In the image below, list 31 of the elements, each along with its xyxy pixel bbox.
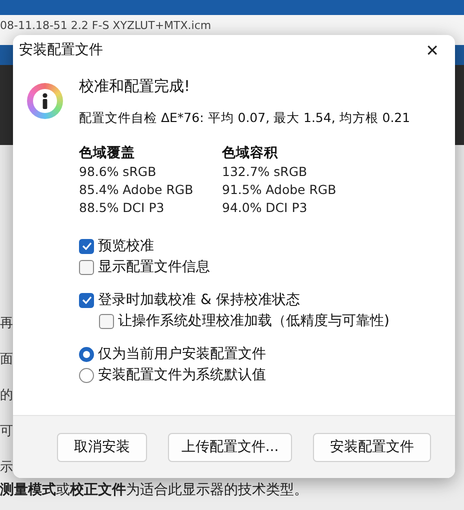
background-text: 面	[0, 351, 13, 369]
dialog-title: 安装配置文件	[19, 41, 103, 59]
gamut-value: 88.5% DCI P3	[79, 199, 166, 217]
radio-button[interactable]: 仅为当前用户安装配置文件	[79, 345, 410, 363]
background-text: 测量模式或校正文件为适合此显示器的技术类型。	[0, 481, 309, 500]
column-heading: 色域容积	[222, 144, 279, 163]
file-name: 08-11.18-51 2.2 F-S XYZLUT+MTX.icm	[0, 19, 212, 32]
dialog-button[interactable]: 取消安装	[57, 432, 147, 462]
checkmark-icon	[82, 242, 92, 250]
dialog-button[interactable]: 安装配置文件	[312, 432, 431, 462]
checkbox[interactable]: 登录时加载校准 & 保持校准状态	[79, 291, 410, 309]
dialog-button[interactable]: 上传配置文件...	[168, 432, 292, 462]
gamut-value: 98.6% sRGB	[79, 163, 158, 181]
background-text: 的	[0, 387, 13, 405]
radio-button[interactable]: 安装配置文件为系统默认值	[79, 366, 410, 384]
summary-text: 配置文件自检 ΔE*76: 平均 0.07, 最大 1.54, 均方根 0.21	[79, 110, 410, 127]
checkbox[interactable]: 预览校准	[79, 237, 410, 255]
gamut-value: 132.7% sRGB	[222, 163, 308, 181]
background-text: 再	[0, 315, 13, 333]
gamut-value: 91.5% Adobe RGB	[222, 181, 338, 199]
background-text: 示	[0, 459, 13, 477]
dialog-heading: 校准和配置完成!	[79, 77, 192, 96]
background-text: 可	[0, 423, 13, 441]
gamut-value: 94.0% DCI P3	[222, 199, 308, 217]
info-icon	[27, 83, 63, 119]
column-heading: 色域覆盖	[79, 144, 136, 163]
close-button[interactable]: ✕	[422, 40, 443, 60]
gamut-value: 85.4% Adobe RGB	[79, 181, 194, 199]
checkmark-icon	[82, 296, 92, 304]
checkbox[interactable]: 让操作系统处理校准加载（低精度与可靠性)	[99, 312, 410, 330]
checkbox[interactable]: 显示配置文件信息	[79, 258, 410, 276]
